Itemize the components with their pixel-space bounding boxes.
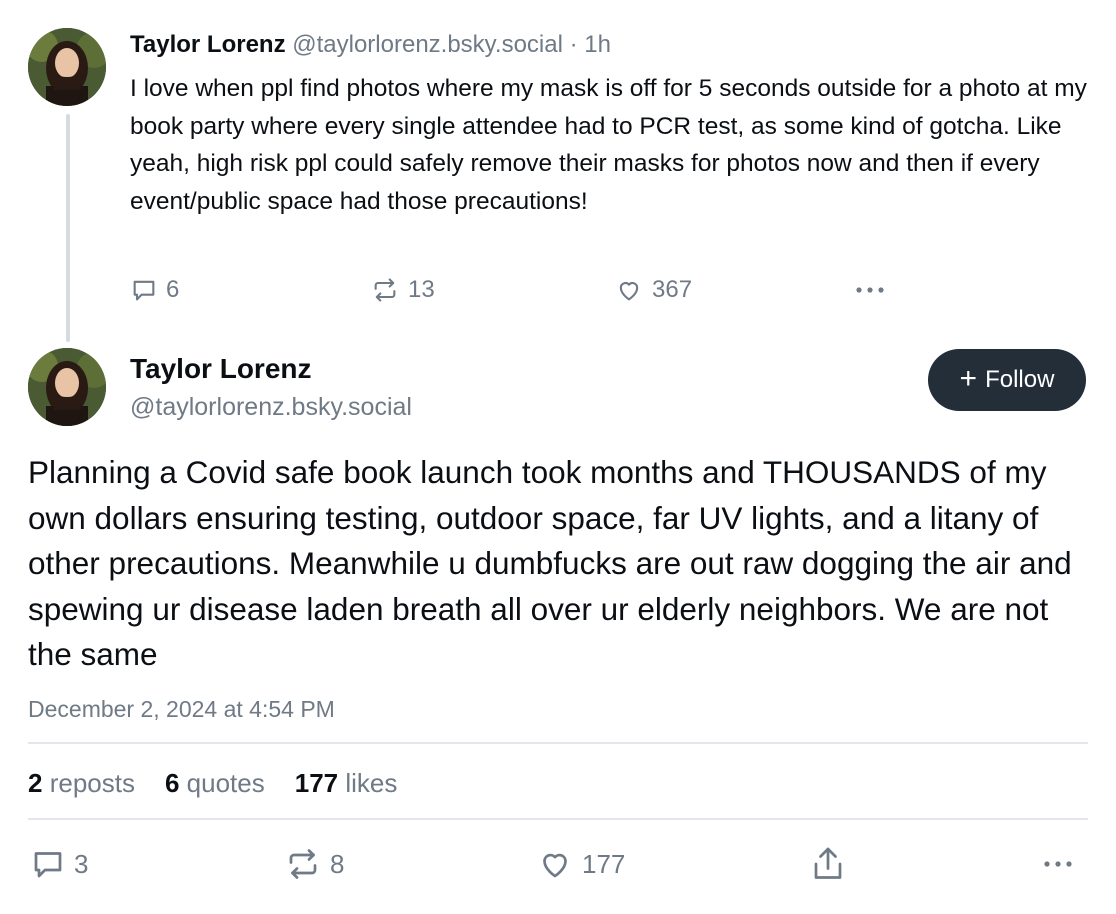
share-button[interactable]	[810, 844, 846, 884]
more-button[interactable]	[1040, 854, 1076, 874]
ellipsis-icon	[856, 287, 884, 293]
parent-like-count: 367	[652, 276, 693, 303]
likes-stat-count: 177	[294, 768, 339, 798]
parent-repost-count: 13	[408, 276, 435, 303]
repost-button[interactable]: 8	[284, 846, 344, 882]
main-post-text: Planning a Covid safe book launch took m…	[28, 454, 1072, 672]
stats-top-divider	[28, 742, 1088, 744]
reposts-stat-label: reposts	[49, 768, 135, 798]
reposts-stat-count: 2	[28, 768, 43, 798]
main-author-handle[interactable]: @taylorlorenz.bsky.social	[130, 390, 412, 424]
reposts-stat[interactable]: 2 reposts	[28, 766, 135, 800]
quotes-stat[interactable]: 6 quotes	[165, 766, 265, 800]
engagement-stats: 2 reposts 6 quotes 177 likes	[28, 766, 397, 800]
heart-icon	[543, 853, 567, 878]
parent-post-text: I love when ppl find photos where my mas…	[130, 75, 1087, 215]
repost-count: 8	[330, 848, 345, 879]
quotes-stat-label: quotes	[186, 768, 265, 798]
like-count: 177	[582, 848, 626, 879]
reply-icon	[133, 280, 155, 301]
likes-stat[interactable]: 177 likes	[295, 766, 398, 800]
ellipsis-icon	[1044, 861, 1072, 867]
parent-author-avatar[interactable]	[28, 28, 106, 106]
parent-more-button[interactable]	[852, 280, 888, 300]
parent-author-name[interactable]: Taylor Lorenz	[130, 31, 286, 58]
parent-post-header: Taylor Lorenz @taylorlorenz.bsky.social …	[130, 28, 611, 62]
likes-stat-label: likes	[345, 768, 398, 798]
plus-icon: +	[959, 362, 978, 395]
parent-reply-button[interactable]: 6	[130, 276, 179, 304]
repost-icon	[289, 849, 317, 879]
repost-icon	[374, 278, 396, 302]
parent-repost-button[interactable]: 13	[370, 276, 435, 304]
main-author-avatar[interactable]	[28, 348, 106, 426]
parent-author-handle[interactable]: @taylorlorenz.bsky.social	[292, 31, 563, 58]
follow-button[interactable]: + Follow	[928, 349, 1086, 411]
quotes-stat-count: 6	[164, 768, 180, 798]
parent-reply-count: 6	[166, 276, 180, 303]
parent-like-button[interactable]: 367	[614, 276, 692, 304]
share-icon	[814, 847, 842, 879]
post-timestamp[interactable]: December 2, 2024 at 4:54 PM	[28, 694, 335, 724]
reply-icon	[34, 852, 62, 878]
stats-bottom-divider	[28, 818, 1088, 820]
reply-button[interactable]: 3	[30, 846, 88, 882]
heart-icon	[619, 282, 639, 301]
header-separator: ·	[569, 31, 578, 58]
like-button[interactable]: 177	[536, 846, 625, 882]
follow-label: Follow	[985, 366, 1055, 393]
parent-post-actions: 6 13 367	[0, 272, 1116, 312]
parent-post-time[interactable]: 1h	[584, 31, 611, 58]
reply-count: 3	[74, 848, 89, 879]
main-post-actions: 3 8 177	[0, 844, 1116, 888]
main-author-name[interactable]: Taylor Lorenz	[130, 350, 312, 388]
